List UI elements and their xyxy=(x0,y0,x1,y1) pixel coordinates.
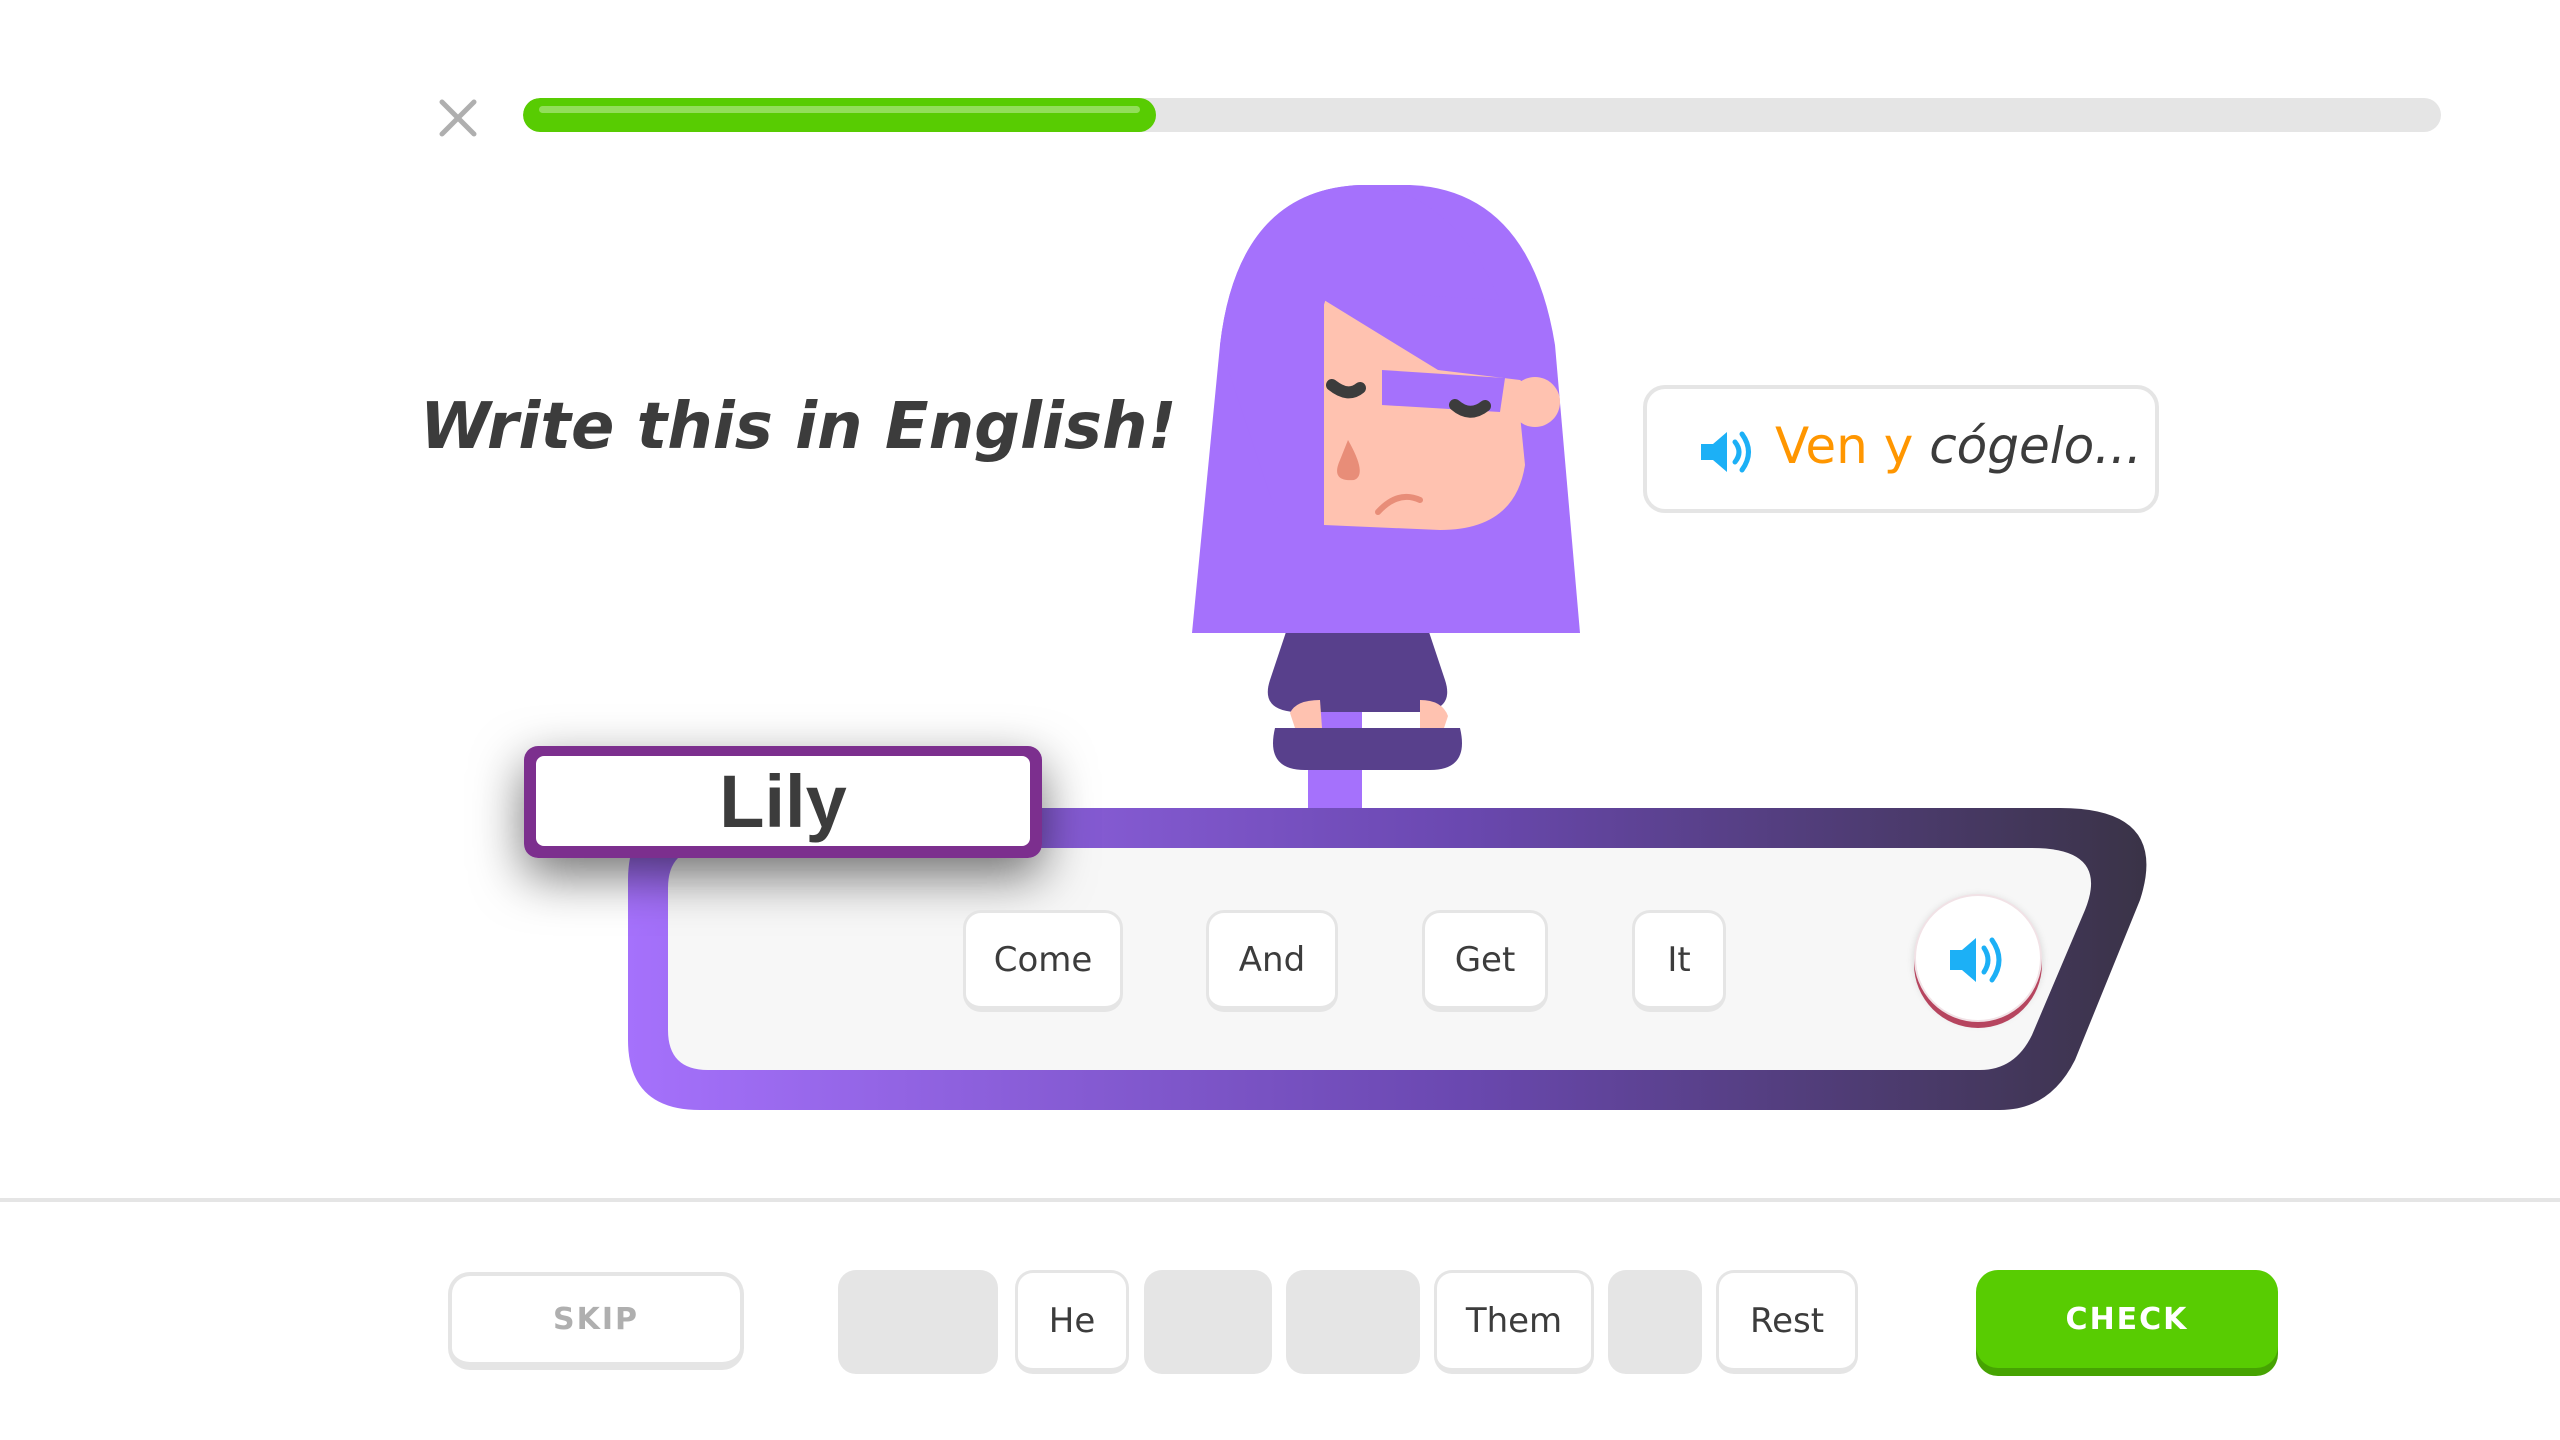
name-tag-inner: Lily xyxy=(536,756,1030,846)
progress-shine xyxy=(539,106,1140,113)
answer-word-it[interactable]: It xyxy=(1632,910,1726,1012)
close-icon xyxy=(439,99,477,137)
footer-divider xyxy=(0,1198,2560,1202)
lesson-progress-bar xyxy=(523,98,2441,132)
word-bank-he[interactable]: He xyxy=(1015,1270,1129,1374)
speech-bubble: Ven y cógelo... xyxy=(1643,385,2159,513)
word-bank-rest[interactable]: Rest xyxy=(1716,1270,1858,1374)
close-button[interactable] xyxy=(432,92,484,144)
skip-button[interactable]: SKIP xyxy=(448,1272,744,1370)
word-bank-them[interactable]: Them xyxy=(1434,1270,1594,1374)
answer-word-and[interactable]: And xyxy=(1206,910,1338,1012)
prompt-title: Write this in English! xyxy=(420,390,1177,464)
character-name-tag: Lily xyxy=(524,746,1042,858)
progress-fill xyxy=(523,98,1156,132)
word-bank-slot-used xyxy=(838,1270,998,1374)
character-name: Lily xyxy=(719,759,847,843)
bubble-word-ven[interactable]: Ven xyxy=(1775,417,1868,475)
bubble-sentence: Ven y cógelo... xyxy=(1775,417,2142,475)
answer-word-get[interactable]: Get xyxy=(1422,910,1548,1012)
word-bank-slot-used xyxy=(1144,1270,1272,1374)
bubble-word-y[interactable]: y xyxy=(1884,417,1914,475)
word-bank-slot-used xyxy=(1286,1270,1420,1374)
answer-word-come[interactable]: Come xyxy=(963,910,1123,1012)
check-button[interactable]: CHECK xyxy=(1976,1270,2278,1368)
play-audio-button[interactable] xyxy=(1914,894,2042,1022)
bubble-word-cogelo[interactable]: cógelo... xyxy=(1929,417,2142,475)
character-lily-illustration xyxy=(1192,185,1580,820)
speaker-icon[interactable] xyxy=(1697,426,1759,478)
speaker-icon xyxy=(1950,937,2002,983)
word-bank-slot-used xyxy=(1608,1270,1702,1374)
